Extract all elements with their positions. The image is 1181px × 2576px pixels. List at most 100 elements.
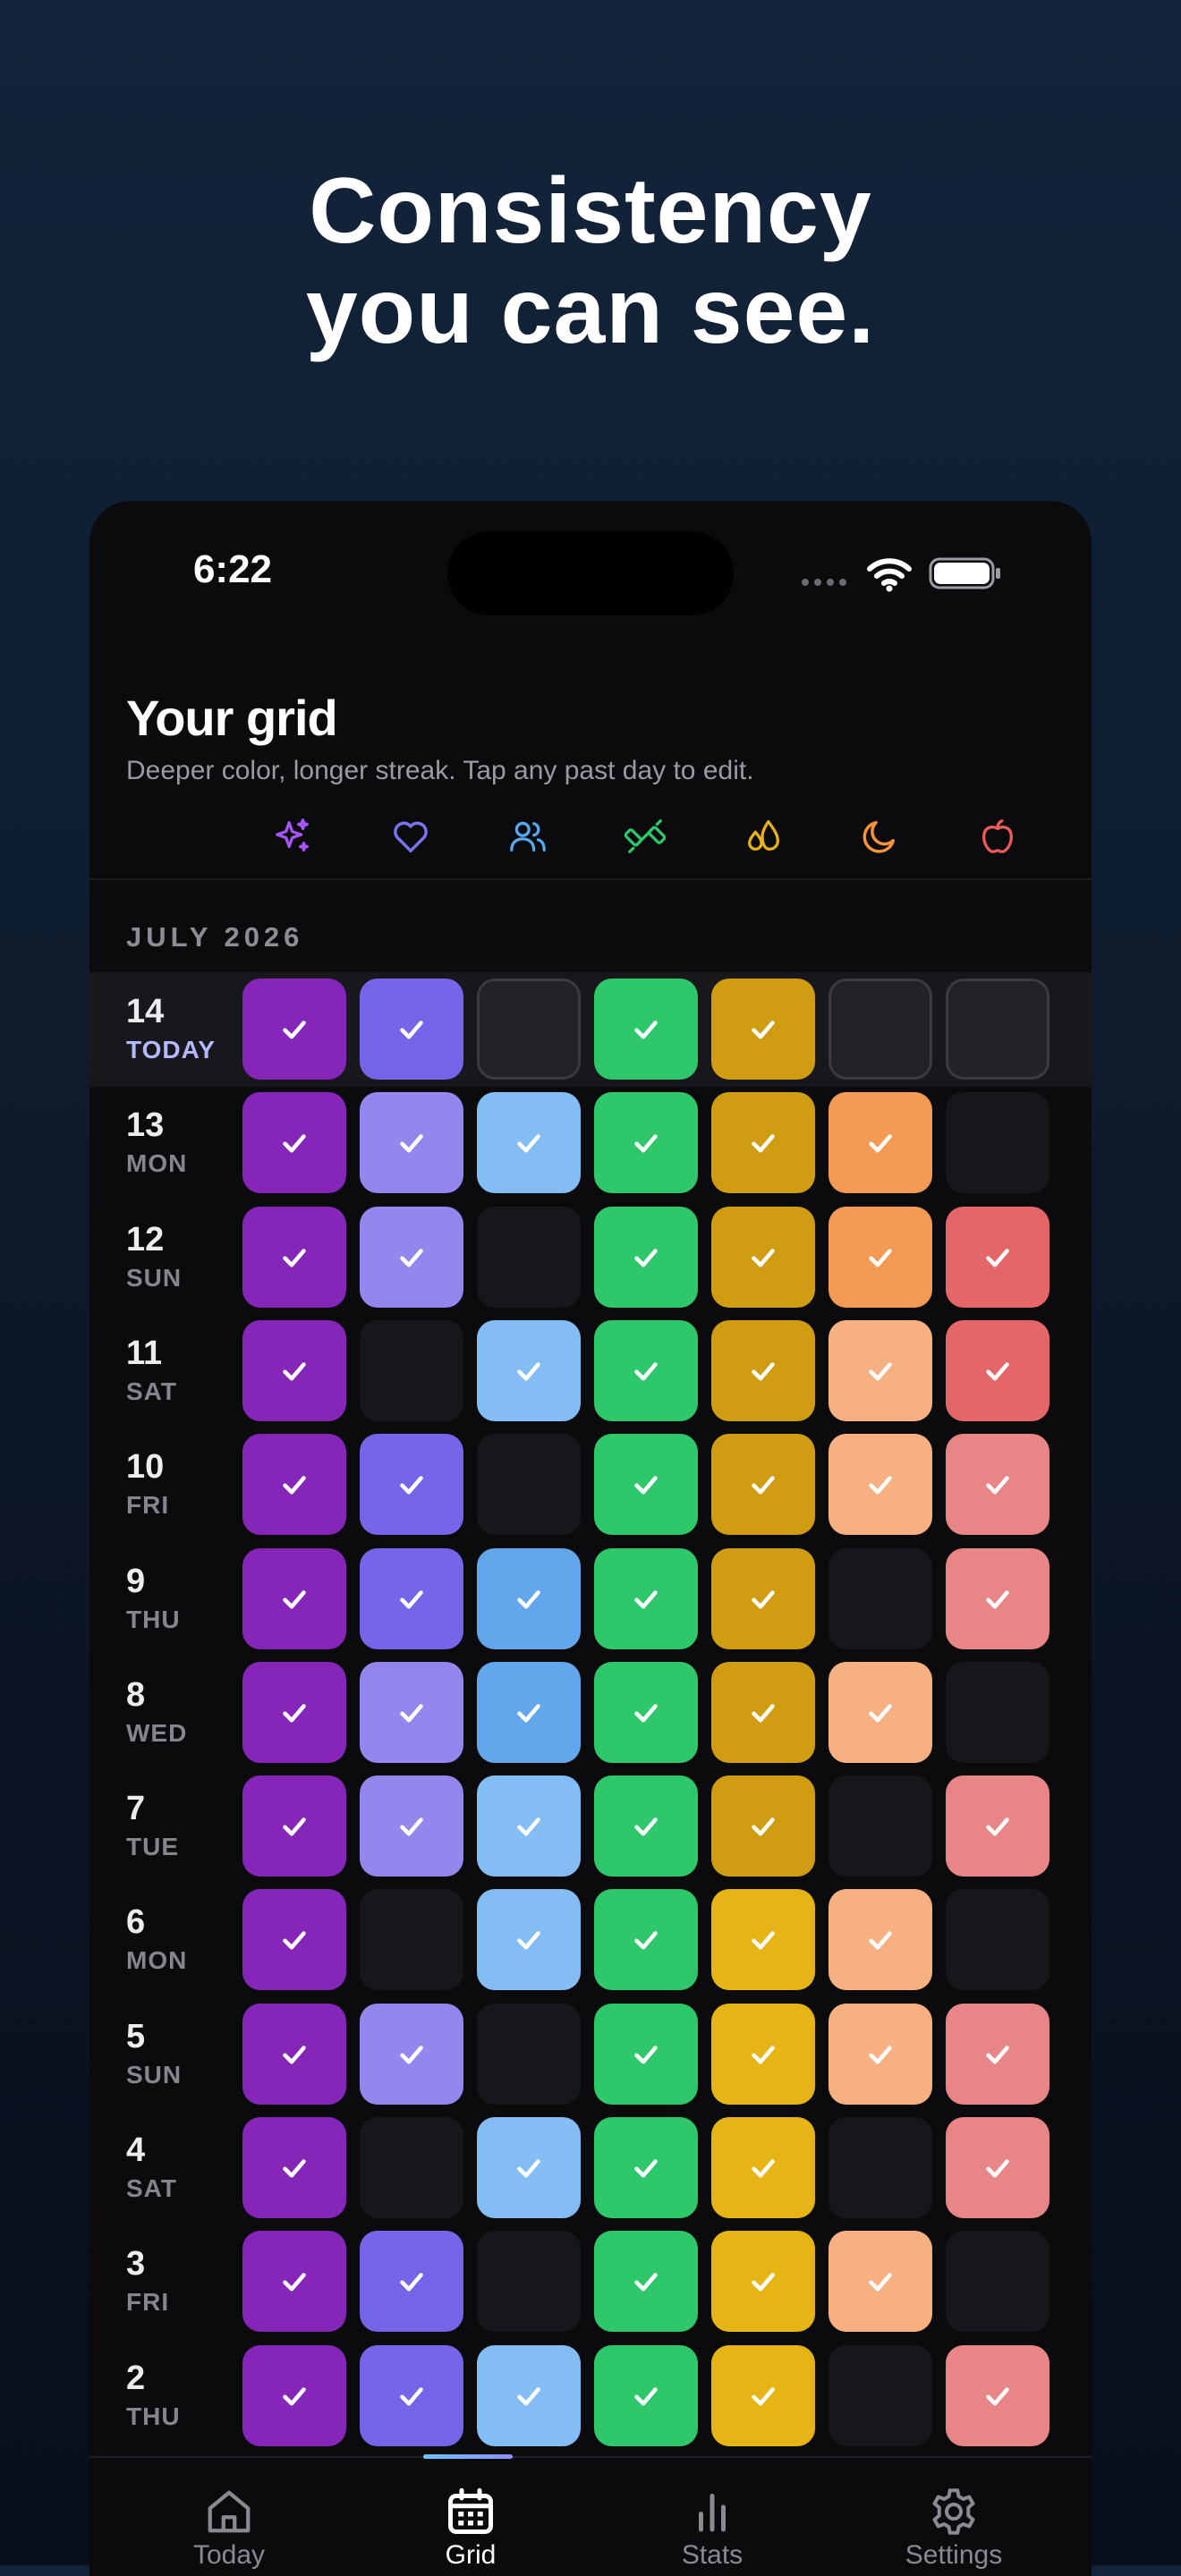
apple-icon[interactable] (977, 816, 1018, 857)
habit-cell-done[interactable] (360, 1547, 463, 1649)
habit-cell-empty[interactable] (946, 1661, 1049, 1763)
habit-cell-done[interactable] (594, 2003, 698, 2105)
tab-settings[interactable]: Settings (864, 2540, 1043, 2571)
habit-cell-empty[interactable] (828, 1547, 932, 1649)
habit-cell-done[interactable] (594, 2117, 698, 2218)
habit-cell-done[interactable] (946, 2117, 1049, 2218)
habit-cell-done[interactable] (360, 2344, 463, 2446)
habit-cell-done[interactable] (477, 1775, 581, 1877)
habit-cell-done[interactable] (242, 1206, 346, 1308)
habit-cell-empty[interactable] (360, 2117, 463, 2218)
habit-cell-done[interactable] (242, 1775, 346, 1877)
sparkles-icon[interactable] (272, 816, 313, 857)
habit-cell-empty[interactable] (477, 2003, 581, 2105)
habit-cell-done[interactable] (242, 2231, 346, 2333)
habit-cell-done[interactable] (946, 2344, 1049, 2446)
habit-cell-done[interactable] (711, 1092, 815, 1194)
habit-cell-done[interactable] (828, 1206, 932, 1308)
habit-cell-done[interactable] (946, 1206, 1049, 1308)
habit-cell-done[interactable] (946, 1775, 1049, 1877)
habit-cell-done[interactable] (242, 2117, 346, 2218)
habit-cell-empty[interactable] (360, 1319, 463, 1421)
habit-cell-done[interactable] (242, 1092, 346, 1194)
habit-cell-done[interactable] (477, 1547, 581, 1649)
habit-cell-empty[interactable] (477, 1206, 581, 1308)
habit-cell-done[interactable] (594, 2231, 698, 2333)
habit-cell-done[interactable] (360, 2003, 463, 2105)
habit-cell-done[interactable] (711, 2117, 815, 2218)
habit-cell-done[interactable] (594, 1547, 698, 1649)
home-icon[interactable] (202, 2485, 256, 2538)
habit-cell-done[interactable] (242, 2344, 346, 2446)
habit-cell-empty[interactable] (828, 1775, 932, 1877)
habit-cell-empty[interactable] (828, 2117, 932, 2218)
calendar-icon[interactable] (444, 2485, 497, 2538)
habit-cell-done[interactable] (477, 1661, 581, 1763)
habit-cell-empty[interactable] (477, 2231, 581, 2333)
habit-cell-empty[interactable] (946, 2231, 1049, 2333)
habit-cell-done[interactable] (711, 1889, 815, 1991)
habit-cell-done[interactable] (242, 1547, 346, 1649)
habit-cell-done[interactable] (711, 1319, 815, 1421)
habit-cell-done[interactable] (711, 2003, 815, 2105)
habit-cell-empty[interactable] (477, 979, 581, 1080)
habit-cell-empty[interactable] (360, 1889, 463, 1991)
habit-cell-empty[interactable] (477, 1434, 581, 1536)
habit-cell-done[interactable] (828, 1434, 932, 1536)
habit-cell-done[interactable] (711, 2231, 815, 2333)
habit-cell-done[interactable] (711, 1661, 815, 1763)
habit-cell-empty[interactable] (828, 979, 932, 1080)
habit-cell-done[interactable] (711, 1434, 815, 1536)
gear-icon[interactable] (927, 2485, 981, 2538)
habit-cell-done[interactable] (828, 2231, 932, 2333)
tab-stats[interactable]: Stats (623, 2540, 802, 2571)
habit-cell-done[interactable] (711, 1547, 815, 1649)
habit-cell-done[interactable] (594, 979, 698, 1080)
habit-cell-done[interactable] (828, 1319, 932, 1421)
dumbbell-icon[interactable] (624, 816, 666, 857)
habit-cell-done[interactable] (594, 1092, 698, 1194)
habit-cell-done[interactable] (477, 1889, 581, 1991)
tab-grid[interactable]: Grid (381, 2540, 560, 2571)
habit-cell-empty[interactable] (946, 1889, 1049, 1991)
habit-cell-done[interactable] (242, 1889, 346, 1991)
drops-icon[interactable] (743, 816, 784, 857)
habit-cell-done[interactable] (828, 1092, 932, 1194)
habit-cell-done[interactable] (477, 1319, 581, 1421)
habit-cell-done[interactable] (828, 1889, 932, 1991)
habit-cell-done[interactable] (360, 1092, 463, 1194)
habit-cell-done[interactable] (828, 2003, 932, 2105)
habit-cell-done[interactable] (946, 1434, 1049, 1536)
habit-cell-done[interactable] (594, 1661, 698, 1763)
people-icon[interactable] (507, 816, 548, 857)
habit-cell-empty[interactable] (946, 1092, 1049, 1194)
habit-cell-done[interactable] (711, 2344, 815, 2446)
habit-cell-done[interactable] (946, 1319, 1049, 1421)
habit-cell-done[interactable] (360, 1434, 463, 1536)
habit-cell-done[interactable] (242, 2003, 346, 2105)
habit-cell-done[interactable] (946, 1547, 1049, 1649)
habit-cell-done[interactable] (594, 1889, 698, 1991)
habit-cell-done[interactable] (594, 1319, 698, 1421)
habit-cell-done[interactable] (477, 2117, 581, 2218)
habit-cell-done[interactable] (711, 1775, 815, 1877)
habit-cell-done[interactable] (594, 1434, 698, 1536)
habit-cell-done[interactable] (711, 979, 815, 1080)
habit-cell-done[interactable] (242, 1319, 346, 1421)
habit-cell-done[interactable] (594, 2344, 698, 2446)
heart-icon[interactable] (390, 816, 431, 857)
habit-cell-empty[interactable] (946, 979, 1049, 1080)
habit-cell-empty[interactable] (828, 2344, 932, 2446)
bar-chart-icon[interactable] (685, 2485, 739, 2538)
habit-cell-done[interactable] (360, 1206, 463, 1308)
habit-cell-done[interactable] (594, 1206, 698, 1308)
habit-cell-done[interactable] (242, 1434, 346, 1536)
habit-cell-done[interactable] (360, 1661, 463, 1763)
habit-cell-done[interactable] (360, 979, 463, 1080)
habit-cell-done[interactable] (360, 1775, 463, 1877)
habit-cell-done[interactable] (242, 979, 346, 1080)
tab-today[interactable]: Today (140, 2540, 319, 2571)
habit-cell-done[interactable] (594, 1775, 698, 1877)
habit-cell-done[interactable] (477, 1092, 581, 1194)
habit-cell-done[interactable] (711, 1206, 815, 1308)
